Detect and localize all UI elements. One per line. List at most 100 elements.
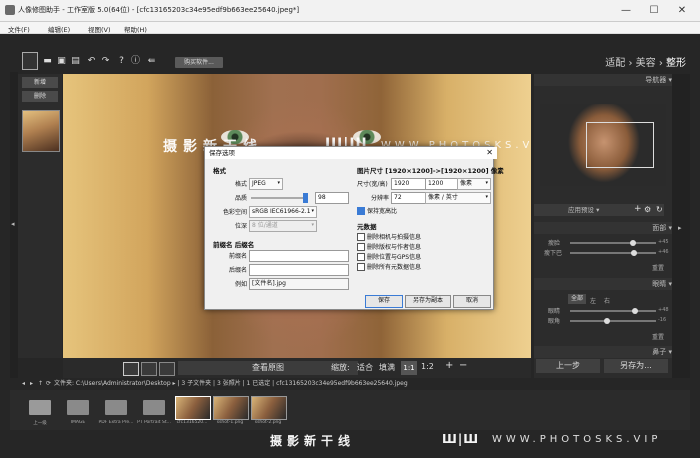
buy-button[interactable]: 购买软件...	[175, 57, 223, 68]
face-slider-1-knob[interactable]	[630, 240, 636, 246]
compare-view-icon[interactable]	[159, 362, 175, 376]
settings-icon[interactable]: ⚙	[644, 205, 651, 214]
eyes-header[interactable]: 眼睛 ▾	[534, 278, 676, 290]
eyes-slider-2[interactable]	[570, 318, 656, 324]
colorspace-value: sRGB IEC61966-2.1	[252, 208, 311, 215]
eyes-slider-1[interactable]	[570, 308, 656, 314]
eyes-reset[interactable]: 重置	[652, 332, 664, 341]
zoom-fill[interactable]: 填满	[379, 362, 395, 373]
info-icon[interactable]: ⓘ	[130, 56, 141, 67]
face-slider-1[interactable]	[570, 240, 656, 246]
mode-fit[interactable]: 适配	[605, 58, 625, 69]
mode-beauty[interactable]: 美容	[636, 58, 656, 69]
new-button[interactable]: 新增	[22, 77, 58, 88]
save-as-icon[interactable]: ▤	[70, 56, 81, 67]
film-thumb-selected[interactable]: cfc1316520...	[174, 394, 211, 426]
dialog-close-icon[interactable]: ✕	[486, 147, 493, 159]
save-dialog-button[interactable]: 保存	[365, 295, 403, 308]
zoom-in-icon[interactable]: +	[445, 360, 453, 371]
eyes-slider-1-label: 眼睛	[548, 308, 561, 315]
menu-edit[interactable]: 编辑(E)	[48, 24, 70, 34]
save-options-dialog: 保存选项 ✕ 格式 格式 JPEG ▾ 品质 98 色彩空间 sRGB IEC61…	[204, 146, 504, 310]
nav-forward-icon[interactable]: ▸	[30, 378, 33, 390]
bitdepth-value: 8 位/通道	[252, 222, 278, 229]
save-as-button[interactable]: 另存为...	[604, 359, 668, 373]
meta-checkbox-3[interactable]	[357, 253, 365, 261]
size-section-title: 图片尺寸 [1920×1200]->[1920×1200] 像素	[357, 167, 504, 175]
quality-slider[interactable]	[251, 193, 308, 203]
nav-refresh-icon[interactable]: ⟳	[46, 378, 51, 390]
split-view-icon[interactable]	[141, 362, 157, 376]
face-slider-2[interactable]	[570, 250, 656, 256]
film-thumb-sshot2[interactable]: sshot-2.png	[250, 394, 287, 426]
close-window-button[interactable]: ✕	[668, 3, 696, 19]
minimize-button[interactable]: —	[612, 3, 640, 19]
delete-button[interactable]: 删除	[22, 91, 58, 102]
meta-checkbox-1[interactable]	[357, 233, 365, 241]
resolution-unit-select[interactable]: 像素 / 英寸 ▾	[425, 192, 491, 204]
zoom-out-icon[interactable]: −	[459, 360, 467, 371]
keep-ratio-checkbox[interactable]	[357, 207, 365, 215]
suffix-input[interactable]	[249, 264, 349, 276]
quality-slider-knob[interactable]	[302, 193, 308, 203]
face-thumbnail[interactable]	[22, 110, 60, 152]
save-icon[interactable]: ▣	[56, 56, 67, 67]
navigator-header[interactable]: 导航器 ▾	[534, 74, 676, 86]
menu-view[interactable]: 视图(V)	[88, 24, 111, 34]
film-folder-pt[interactable]: PT Portrait St...	[136, 394, 172, 426]
navigator-preview[interactable]	[540, 104, 666, 186]
menu-file[interactable]: 文件(F)	[8, 24, 30, 34]
meta-label-4: 删除所有元数据信息	[367, 264, 422, 271]
mode-reshape[interactable]: 整形	[666, 58, 686, 69]
share-icon[interactable]: ⇚	[146, 56, 157, 67]
face-slider-2-knob[interactable]	[631, 250, 637, 256]
eyes-slider-2-knob[interactable]	[604, 318, 610, 324]
save-copy-button[interactable]: 另存为副本	[405, 295, 451, 308]
open-folder-icon[interactable]: ▬	[42, 56, 53, 67]
meta-checkbox-4[interactable]	[357, 263, 365, 271]
folder-icon	[105, 400, 127, 415]
add-preset-icon[interactable]: +	[634, 204, 642, 214]
eyes-left-tab[interactable]: 左	[590, 296, 596, 305]
eyes-slider-1-knob[interactable]	[632, 308, 638, 314]
zoom-1-1-button[interactable]: 1:1	[401, 361, 417, 375]
refresh-icon[interactable]: ↻	[656, 205, 663, 214]
eyes-all-tab[interactable]: 全部	[568, 294, 586, 304]
nav-back-icon[interactable]: ◂	[22, 378, 25, 390]
size-unit: 像素	[460, 180, 473, 187]
size-unit-select[interactable]: 像素 ▾	[457, 178, 491, 190]
bottom-watermark: 摄影新干线 Ш|Ш WWW.PHOTOSKS.VIP	[270, 432, 690, 448]
meta-checkbox-2[interactable]	[357, 243, 365, 251]
undo-icon[interactable]: ↶	[86, 56, 97, 67]
help-icon[interactable]: ?	[116, 56, 127, 67]
prev-step-button[interactable]: 上一步	[536, 359, 600, 373]
collapse-left-icon[interactable]: ◂	[11, 220, 15, 228]
redo-icon[interactable]: ↷	[100, 56, 111, 67]
film-folder-pdf[interactable]: PDF Extra Pre...	[98, 394, 134, 426]
cancel-button[interactable]: 取消	[453, 295, 491, 308]
film-up[interactable]: 上一级	[22, 394, 58, 426]
resolution-input[interactable]: 72	[391, 192, 427, 204]
nose-header[interactable]: 鼻子 ▾	[534, 346, 676, 358]
eyes-right-tab[interactable]: 右	[604, 296, 610, 305]
width-input[interactable]: 1920	[391, 178, 427, 190]
collapse-right-icon[interactable]: ▸	[678, 224, 682, 232]
single-view-icon[interactable]	[123, 362, 139, 376]
film-folder-image[interactable]: IMAGE	[60, 394, 96, 426]
nav-up-icon[interactable]: ↑	[38, 378, 43, 390]
zoom-fit[interactable]: 适合	[357, 362, 373, 373]
right-scroll-strip[interactable]: ▸	[672, 74, 690, 378]
face-header[interactable]: 面部 ▾	[534, 222, 676, 234]
navigator-viewport-box[interactable]	[586, 122, 654, 168]
zoom-1-2[interactable]: 1:2	[421, 362, 434, 371]
quality-label: 品质	[234, 195, 247, 202]
format-select[interactable]: JPEG ▾	[249, 178, 283, 190]
height-input[interactable]: 1200	[425, 178, 459, 190]
maximize-button[interactable]: ☐	[640, 3, 668, 19]
menu-help[interactable]: 帮助(H)	[124, 24, 147, 34]
face-reset[interactable]: 重置	[652, 263, 664, 272]
colorspace-select[interactable]: sRGB IEC61966-2.1 ▾	[249, 206, 317, 218]
quality-input[interactable]: 98	[315, 192, 349, 204]
film-thumb-sshot1[interactable]: sshot-1.png	[212, 394, 249, 426]
prefix-input[interactable]	[249, 250, 349, 262]
